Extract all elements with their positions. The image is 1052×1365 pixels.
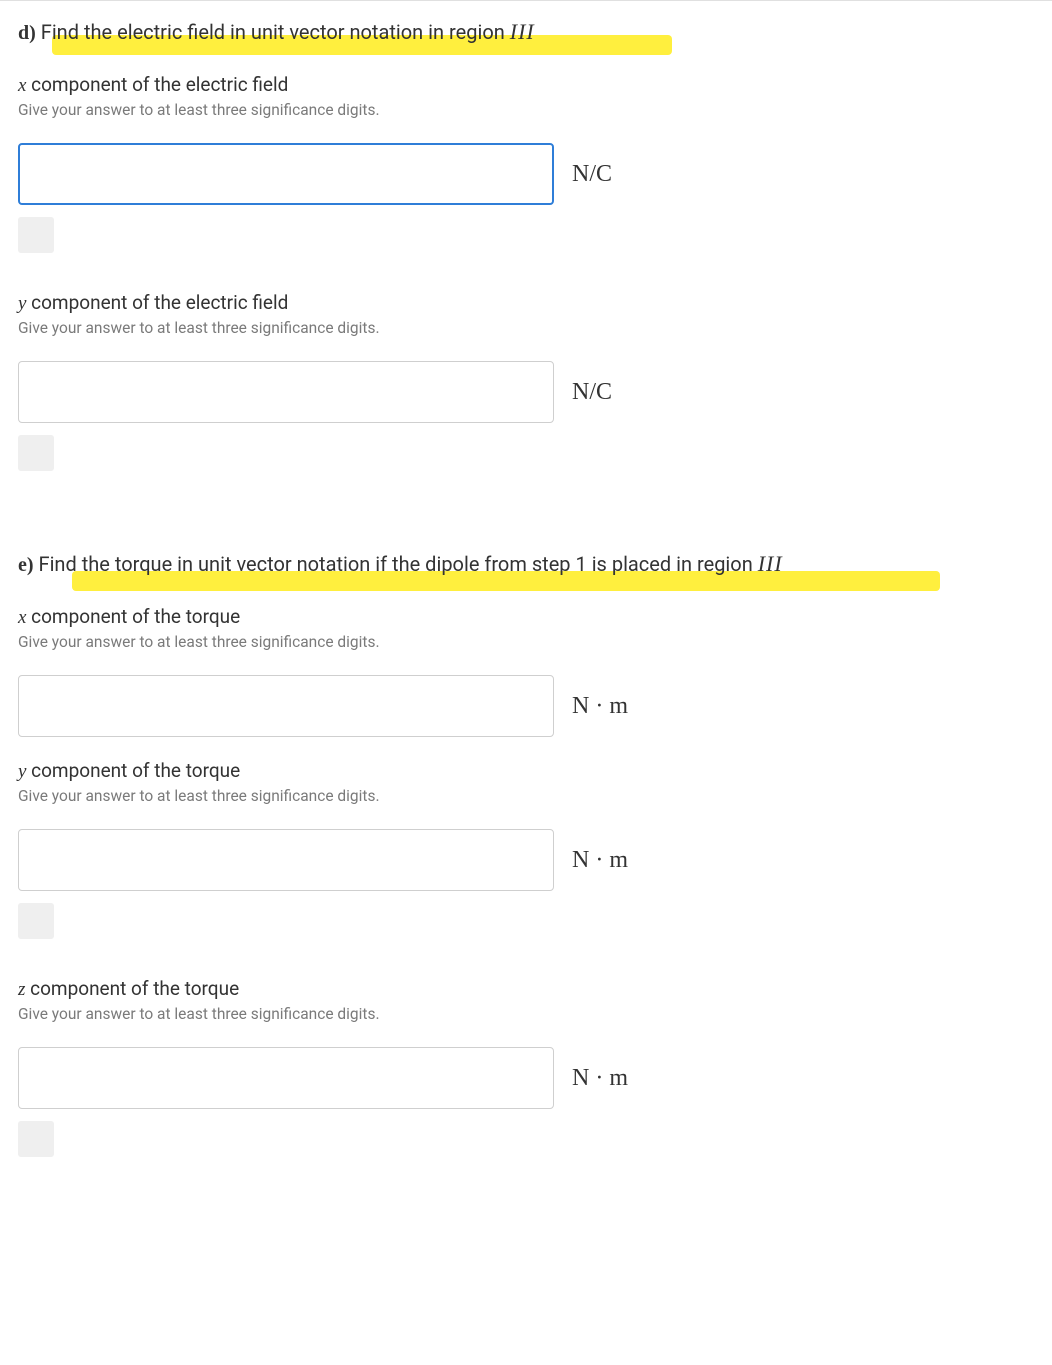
- partd-x-action-button[interactable]: [18, 217, 54, 253]
- partd-x-unit: N/C: [572, 161, 612, 188]
- partd-y-block: y component of the electric field Give y…: [18, 291, 1034, 475]
- parte-y-action-button[interactable]: [18, 903, 54, 939]
- parte-z-block: z component of the torque Give your answ…: [18, 977, 1034, 1161]
- parte-y-title: y component of the torque: [18, 759, 1034, 783]
- partd-y-hint: Give your answer to at least three signi…: [18, 319, 1034, 337]
- region-roman: III: [510, 19, 535, 44]
- partd-x-input[interactable]: [18, 143, 554, 205]
- parte-z-answer-row: N · m: [18, 1047, 1034, 1109]
- partd-y-input[interactable]: [18, 361, 554, 423]
- parte-x-block: x component of the torque Give your answ…: [18, 605, 1034, 737]
- partd-x-block: x component of the electric field Give y…: [18, 73, 1034, 257]
- region-roman-e: III: [758, 551, 783, 576]
- part-e-label: e): [18, 554, 34, 576]
- parte-y-input[interactable]: [18, 829, 554, 891]
- parte-z-unit: N · m: [572, 1065, 628, 1092]
- parte-z-title: z component of the torque: [18, 977, 1034, 1001]
- partd-x-title: x component of the electric field: [18, 73, 1034, 97]
- part-e-prompt: Find the torque in unit vector notation …: [39, 552, 783, 576]
- partd-y-action-button[interactable]: [18, 435, 54, 471]
- parte-x-input[interactable]: [18, 675, 554, 737]
- page-content: d) Find the electric field in unit vecto…: [0, 0, 1052, 1225]
- part-d-label: d): [18, 22, 36, 44]
- part-d-header: d) Find the electric field in unit vecto…: [18, 19, 535, 45]
- part-e-header: e) Find the torque in unit vector notati…: [18, 551, 783, 577]
- parte-y-hint: Give your answer to at least three signi…: [18, 787, 1034, 805]
- parte-y-unit: N · m: [572, 847, 628, 874]
- parte-z-input[interactable]: [18, 1047, 554, 1109]
- parte-x-unit: N · m: [572, 693, 628, 720]
- partd-y-unit: N/C: [572, 379, 612, 406]
- parte-z-hint: Give your answer to at least three signi…: [18, 1005, 1034, 1023]
- parte-z-action-button[interactable]: [18, 1121, 54, 1157]
- parte-x-hint: Give your answer to at least three signi…: [18, 633, 1034, 651]
- partd-y-answer-row: N/C: [18, 361, 1034, 423]
- part-d-prompt: Find the electric field in unit vector n…: [41, 20, 535, 44]
- parte-x-title: x component of the torque: [18, 605, 1034, 629]
- parte-x-answer-row: N · m: [18, 675, 1034, 737]
- partd-x-answer-row: N/C: [18, 143, 1034, 205]
- partd-y-title: y component of the electric field: [18, 291, 1034, 315]
- parte-y-block: y component of the torque Give your answ…: [18, 759, 1034, 943]
- partd-x-hint: Give your answer to at least three signi…: [18, 101, 1034, 119]
- parte-y-answer-row: N · m: [18, 829, 1034, 891]
